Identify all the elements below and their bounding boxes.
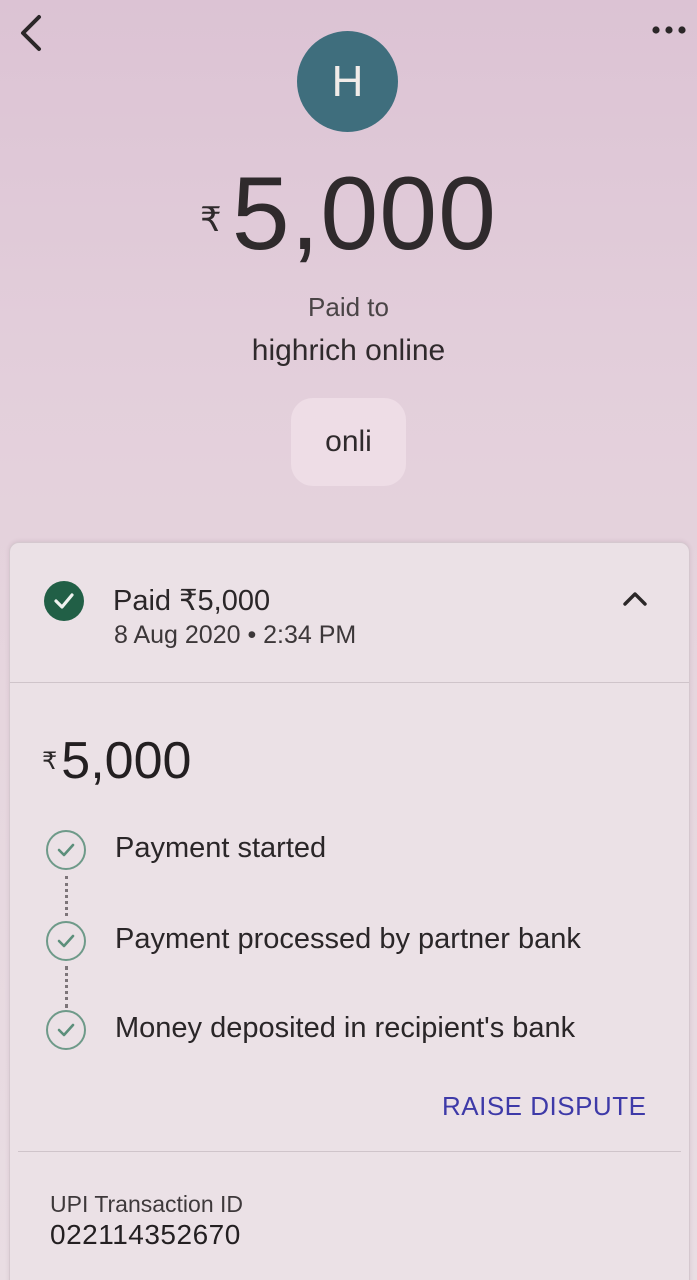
payee-avatar: H	[297, 31, 398, 132]
step-item: Money deposited in recipient's bank	[46, 1008, 686, 1058]
back-button[interactable]	[10, 10, 50, 56]
avatar-initial: H	[331, 56, 364, 106]
step-label: Payment processed by partner bank	[115, 923, 581, 955]
chevron-left-icon	[21, 15, 41, 51]
detail-currency-symbol: ₹	[42, 748, 58, 775]
step-item: Payment processed by partner bank	[46, 919, 686, 969]
status-datetime: 8 Aug 2020 • 2:34 PM	[114, 621, 357, 649]
divider	[18, 1151, 681, 1152]
hero-amount: ₹ 5,000	[0, 156, 697, 272]
hero-currency-symbol: ₹	[200, 201, 222, 239]
payee-name: highrich online	[251, 334, 446, 367]
detail-amount: ₹ 5,000	[42, 731, 191, 791]
step-check-icon	[46, 921, 86, 961]
step-connector	[65, 876, 68, 916]
upi-transaction-id-label: UPI Transaction ID	[50, 1191, 244, 1217]
detail-amount-value: 5,000	[61, 732, 192, 790]
upi-transaction-id-value: 022114352670	[50, 1219, 241, 1250]
success-check-icon	[44, 581, 84, 621]
payment-note-chip: onli	[291, 398, 406, 486]
step-check-icon	[46, 1010, 86, 1050]
raise-dispute-button[interactable]: RAISE DISPUTE	[442, 1091, 646, 1122]
more-options-button[interactable]	[649, 12, 689, 48]
step-connector	[65, 966, 68, 1008]
paid-to-label: Paid to	[308, 292, 389, 322]
step-label: Payment started	[115, 832, 327, 864]
hero-amount-value: 5,000	[231, 156, 497, 272]
status-title: Paid ₹5,000	[113, 585, 271, 617]
payment-note-text: onli	[325, 425, 372, 458]
step-check-icon	[46, 830, 86, 870]
status-header[interactable]: Paid ₹5,000 8 Aug 2020 • 2:34 PM	[10, 543, 689, 683]
step-item: Payment started	[46, 828, 686, 878]
payment-details-card: Paid ₹5,000 8 Aug 2020 • 2:34 PM ₹ 5,000…	[9, 542, 690, 1280]
more-horizontal-icon	[652, 26, 686, 34]
chevron-up-icon[interactable]	[618, 587, 652, 611]
step-label: Money deposited in recipient's bank	[115, 1012, 576, 1044]
